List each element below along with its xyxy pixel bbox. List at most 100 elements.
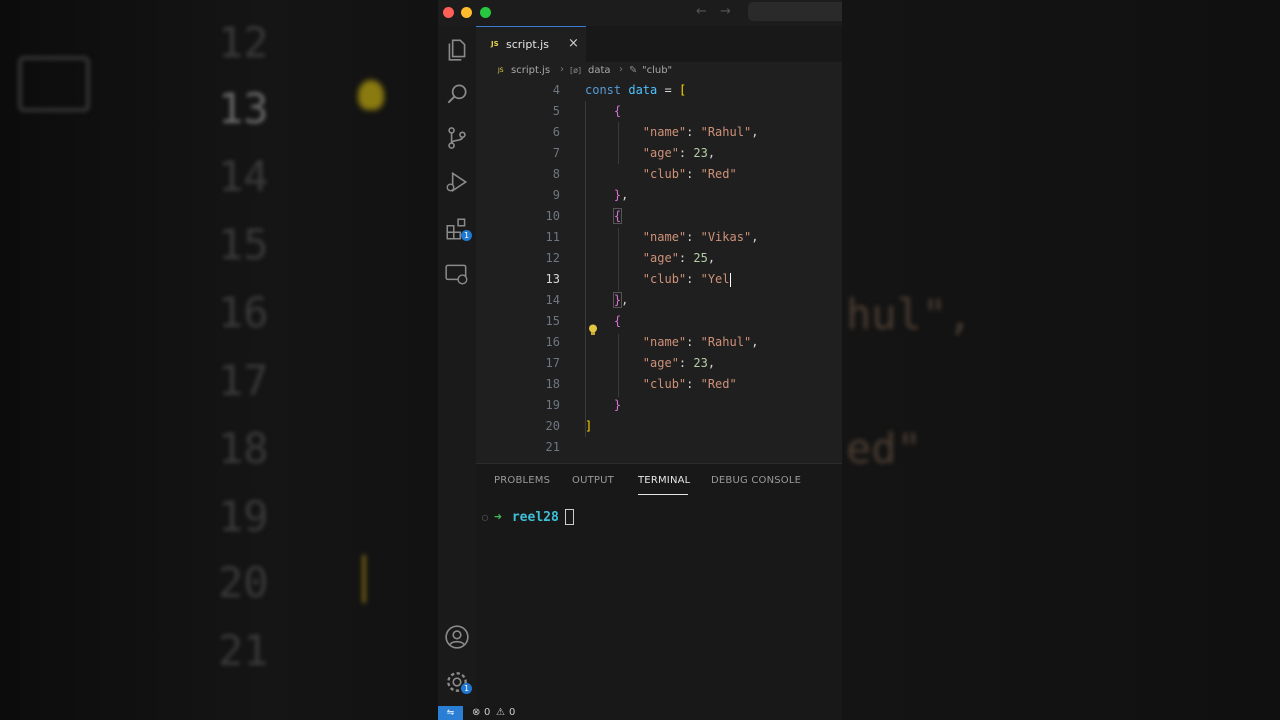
breadcrumb-file[interactable]: script.js	[511, 65, 550, 76]
code-text: "name": "Rahul",	[642, 335, 759, 349]
variable-token: data	[628, 83, 658, 97]
code-text: {	[613, 104, 622, 118]
terminal-prompt[interactable]: ○ ➜ reel28	[482, 509, 574, 525]
code-line: 20 ]	[476, 416, 842, 437]
remote-explorer-icon[interactable]	[444, 261, 470, 287]
code-line: 21	[476, 437, 842, 458]
code-text: },	[612, 292, 629, 308]
line-number: 17	[545, 356, 560, 370]
code-text: }	[613, 398, 622, 412]
back-arrow-icon[interactable]: ←	[696, 4, 707, 19]
vscode-window: ← → 1 1 JS script.js × JS script.js › [ø…	[438, 0, 842, 720]
line-number: 8	[552, 167, 560, 181]
background-line-number: 13	[218, 84, 269, 133]
background-line-number: 16	[218, 288, 269, 337]
code-line: 18 "club": "Red"	[476, 374, 842, 395]
breadcrumb: JS script.js › [ø] data › ✎ "club"	[476, 62, 842, 80]
line-number: 5	[552, 104, 560, 118]
background-line-number: 19	[218, 492, 269, 541]
close-window-button[interactable]	[443, 7, 454, 18]
code-text: "club": "Red"	[642, 377, 737, 391]
line-number: 6	[552, 125, 560, 139]
code-line: 12 "age": 25,	[476, 248, 842, 269]
background-line-number: 14	[218, 152, 269, 201]
code-line: 11 "name": "Vikas",	[476, 227, 842, 248]
line-number: 21	[545, 440, 560, 454]
code-line: 14 },	[476, 290, 842, 311]
settings-gear-icon[interactable]: 1	[444, 669, 472, 695]
errors-count[interactable]: 0	[484, 707, 490, 718]
remote-indicator-icon[interactable]: ⇋	[438, 706, 463, 720]
terminal-cursor	[564, 509, 574, 525]
maximize-window-button[interactable]	[480, 7, 491, 18]
code-line: 5 {	[476, 101, 842, 122]
account-icon[interactable]	[444, 624, 470, 650]
bracket-token: [	[678, 83, 687, 97]
code-line: 17 "age": 23,	[476, 353, 842, 374]
code-text: "age": 23,	[642, 356, 716, 370]
background-bracket	[348, 555, 366, 603]
tab-problems[interactable]: PROBLEMS	[494, 475, 550, 486]
code-text: ]	[585, 419, 593, 433]
background-line-number: 18	[218, 424, 269, 473]
background-lightbulb-icon	[358, 80, 384, 110]
background-line-number: 15	[218, 220, 269, 269]
forward-arrow-icon[interactable]: →	[720, 4, 731, 19]
chevron-right-icon: ›	[619, 64, 623, 75]
status-bar: ⇋ ⊗ 0 ⚠ 0	[438, 706, 842, 720]
lightbulb-icon[interactable]	[588, 324, 598, 336]
tab-output[interactable]: OUTPUT	[572, 475, 614, 486]
text-cursor	[729, 272, 731, 287]
javascript-file-icon: JS	[498, 67, 504, 74]
code-text: "name": "Vikas",	[642, 230, 759, 244]
line-number: 7	[552, 146, 560, 160]
code-text: "club": "Red"	[642, 167, 737, 181]
line-number: 13	[545, 272, 560, 286]
background-line-number: 17	[218, 356, 269, 405]
minimize-window-button[interactable]	[461, 7, 472, 18]
code-line: 15 {	[476, 311, 842, 332]
line-number: 19	[545, 398, 560, 412]
prompt-status-dot: ○	[482, 512, 489, 524]
code-line: 10 {	[476, 206, 842, 227]
warnings-count[interactable]: 0	[509, 707, 515, 718]
tab-script-js[interactable]: JS script.js ×	[476, 26, 586, 62]
code-text: "name": "Rahul",	[642, 125, 759, 139]
code-line: 9 },	[476, 185, 842, 206]
chevron-right-icon: ›	[560, 64, 564, 75]
close-tab-icon[interactable]: ×	[568, 36, 579, 51]
active-tab-indicator	[638, 494, 688, 495]
line-number: 4	[552, 83, 560, 97]
breadcrumb-symbol-club[interactable]: "club"	[642, 65, 672, 76]
title-bar: ← →	[438, 0, 842, 26]
code-line: 6 "name": "Rahul",	[476, 122, 842, 143]
run-debug-icon[interactable]	[444, 169, 470, 195]
tab-terminal[interactable]: TERMINAL	[638, 475, 690, 486]
activity-bar: 1 1	[438, 26, 476, 706]
code-text: "club": "Yel	[642, 272, 731, 287]
prompt-arrow-icon: ➜	[494, 509, 502, 525]
background-line-number: 21	[218, 626, 269, 675]
keyword-token: const	[585, 83, 622, 97]
search-icon[interactable]	[444, 81, 470, 107]
line-number: 12	[545, 251, 560, 265]
errors-icon[interactable]: ⊗	[472, 707, 480, 718]
tab-debug-console[interactable]: DEBUG CONSOLE	[711, 475, 801, 486]
explorer-icon[interactable]	[444, 37, 470, 63]
code-text: "age": 25,	[642, 251, 716, 265]
command-center[interactable]	[748, 2, 842, 21]
warnings-icon[interactable]: ⚠	[496, 707, 505, 718]
background-monitor-icon	[18, 56, 90, 112]
line-number: 9	[552, 188, 560, 202]
bottom-panel: PROBLEMS OUTPUT TERMINAL DEBUG CONSOLE ○…	[476, 463, 842, 707]
code-line: 16 "name": "Rahul",	[476, 332, 842, 353]
breadcrumb-symbol-data[interactable]: data	[588, 65, 611, 76]
line-number: 10	[545, 209, 560, 223]
line-number: 16	[545, 335, 560, 349]
source-control-icon[interactable]	[444, 125, 470, 151]
code-line-active: 13 "club": "Yel	[476, 269, 842, 290]
settings-badge: 1	[461, 683, 472, 694]
line-number: 14	[545, 293, 560, 307]
wrench-property-icon: ✎	[629, 65, 638, 76]
extensions-icon[interactable]: 1	[444, 216, 472, 242]
